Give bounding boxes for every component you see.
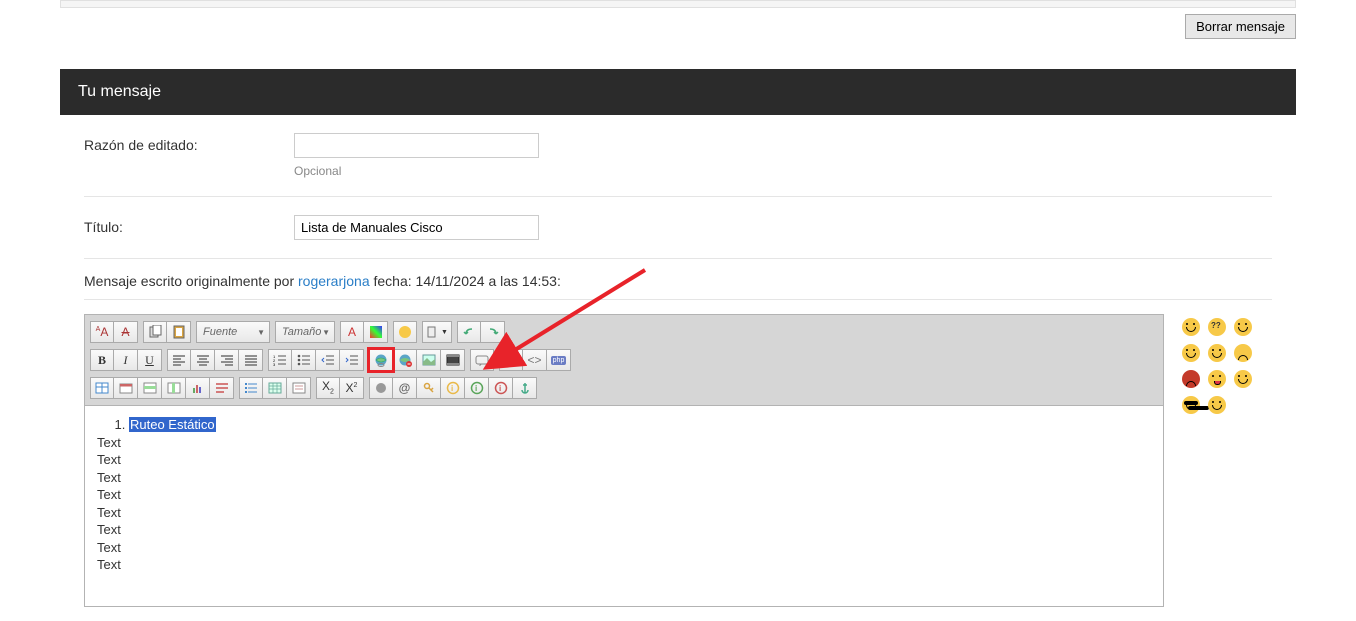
mention-button[interactable]: @ bbox=[393, 377, 417, 399]
emoji-panel bbox=[1182, 314, 1272, 607]
align-left-button[interactable] bbox=[167, 349, 191, 371]
list-item: Ruteo Estático bbox=[129, 416, 1151, 434]
size-select[interactable]: Tamaño bbox=[275, 321, 335, 343]
emoji-laugh-icon[interactable] bbox=[1234, 318, 1252, 336]
content-line: Text bbox=[97, 539, 1151, 557]
content-line: Text bbox=[97, 504, 1151, 522]
content-line: Text bbox=[97, 469, 1151, 487]
indent-button[interactable] bbox=[340, 349, 364, 371]
text-color-icon[interactable]: AA bbox=[90, 321, 114, 343]
content-line: Text bbox=[97, 451, 1151, 469]
original-author-link[interactable]: rogerarjona bbox=[298, 273, 370, 289]
editor-toolbar: AA A Fuente Tamaño A bbox=[85, 315, 1163, 406]
svg-text:i: i bbox=[451, 384, 453, 393]
edit-reason-label: Razón de editado: bbox=[84, 133, 294, 153]
calendar-button[interactable] bbox=[114, 377, 138, 399]
heading-button[interactable] bbox=[210, 377, 234, 399]
content-line: Text bbox=[97, 486, 1151, 504]
spreadsheet-button[interactable] bbox=[263, 377, 287, 399]
insert-row-button[interactable] bbox=[138, 377, 162, 399]
insert-link-button[interactable] bbox=[369, 349, 393, 371]
remove-link-button[interactable] bbox=[393, 349, 417, 371]
insert-col-button[interactable] bbox=[162, 377, 186, 399]
emoji-tongue-icon[interactable] bbox=[1208, 370, 1226, 388]
chart-button[interactable] bbox=[186, 377, 210, 399]
insert-video-button[interactable] bbox=[441, 349, 465, 371]
emoji-smile-icon[interactable] bbox=[1182, 318, 1200, 336]
table-button[interactable] bbox=[90, 377, 114, 399]
superscript-button[interactable]: X2 bbox=[340, 377, 364, 399]
info-green-icon[interactable]: i bbox=[465, 377, 489, 399]
hash-button[interactable]: # bbox=[499, 349, 523, 371]
svg-text:i: i bbox=[499, 384, 501, 393]
emoji-angry-icon[interactable] bbox=[1182, 370, 1200, 388]
edit-reason-input[interactable] bbox=[294, 133, 539, 158]
content-line: Text bbox=[97, 434, 1151, 452]
original-message-info: Mensaje escrito originalmente por rogera… bbox=[84, 259, 1272, 300]
emoji-button[interactable] bbox=[393, 321, 417, 343]
content-line: Text bbox=[97, 521, 1151, 539]
paste-button[interactable] bbox=[167, 321, 191, 343]
ordered-list-button[interactable]: 123 bbox=[268, 349, 292, 371]
outdent-button[interactable] bbox=[316, 349, 340, 371]
key-icon[interactable] bbox=[417, 377, 441, 399]
title-input[interactable] bbox=[294, 215, 539, 240]
emoji-smile-icon[interactable] bbox=[1208, 396, 1226, 414]
php-button[interactable]: php bbox=[547, 349, 571, 371]
content-line: Text bbox=[97, 556, 1151, 574]
emoji-smile-icon[interactable] bbox=[1182, 344, 1200, 362]
info-yellow-icon[interactable]: i bbox=[441, 377, 465, 399]
bold-button[interactable]: B bbox=[90, 349, 114, 371]
insert-image-button[interactable] bbox=[417, 349, 441, 371]
align-right-button[interactable] bbox=[215, 349, 239, 371]
quote-button[interactable] bbox=[470, 349, 494, 371]
globe-icon[interactable] bbox=[369, 377, 393, 399]
code-button[interactable]: <> bbox=[523, 349, 547, 371]
font-select[interactable]: Fuente bbox=[196, 321, 270, 343]
align-justify-button[interactable] bbox=[239, 349, 263, 371]
editor-content-area[interactable]: Ruteo Estático TextTextTextTextTextTextT… bbox=[85, 406, 1163, 606]
undo-button[interactable] bbox=[457, 321, 481, 343]
unordered-list-button[interactable] bbox=[292, 349, 316, 371]
copy-button[interactable] bbox=[143, 321, 167, 343]
subscript-button[interactable]: X2 bbox=[316, 377, 340, 399]
emoji-smile-icon[interactable] bbox=[1208, 344, 1226, 362]
emoji-question-icon[interactable] bbox=[1208, 318, 1226, 336]
svg-text:3: 3 bbox=[273, 362, 276, 366]
attachment-button[interactable]: ▼ bbox=[422, 321, 452, 343]
form-button[interactable] bbox=[287, 377, 311, 399]
redo-button[interactable] bbox=[481, 321, 505, 343]
rich-text-editor: AA A Fuente Tamaño A bbox=[84, 314, 1164, 607]
delete-message-button[interactable]: Borrar mensaje bbox=[1185, 14, 1296, 39]
info-red-icon[interactable]: i bbox=[489, 377, 513, 399]
emoji-sad-icon[interactable] bbox=[1234, 344, 1252, 362]
emoji-cool-icon[interactable] bbox=[1182, 396, 1200, 414]
svg-text:i: i bbox=[475, 384, 477, 393]
italic-button[interactable]: I bbox=[114, 349, 138, 371]
edit-reason-helper: Opcional bbox=[294, 164, 1272, 178]
list-icon-button[interactable] bbox=[239, 377, 263, 399]
emoji-smile-icon[interactable] bbox=[1234, 370, 1252, 388]
color-swatch-icon[interactable] bbox=[364, 321, 388, 343]
title-label: Título: bbox=[84, 215, 294, 235]
anchor-icon[interactable] bbox=[513, 377, 537, 399]
bg-color-icon[interactable]: A bbox=[114, 321, 138, 343]
panel-title: Tu mensaje bbox=[60, 69, 1296, 115]
font-color-picker-icon[interactable]: A bbox=[340, 321, 364, 343]
align-center-button[interactable] bbox=[191, 349, 215, 371]
underline-button[interactable]: U bbox=[138, 349, 162, 371]
